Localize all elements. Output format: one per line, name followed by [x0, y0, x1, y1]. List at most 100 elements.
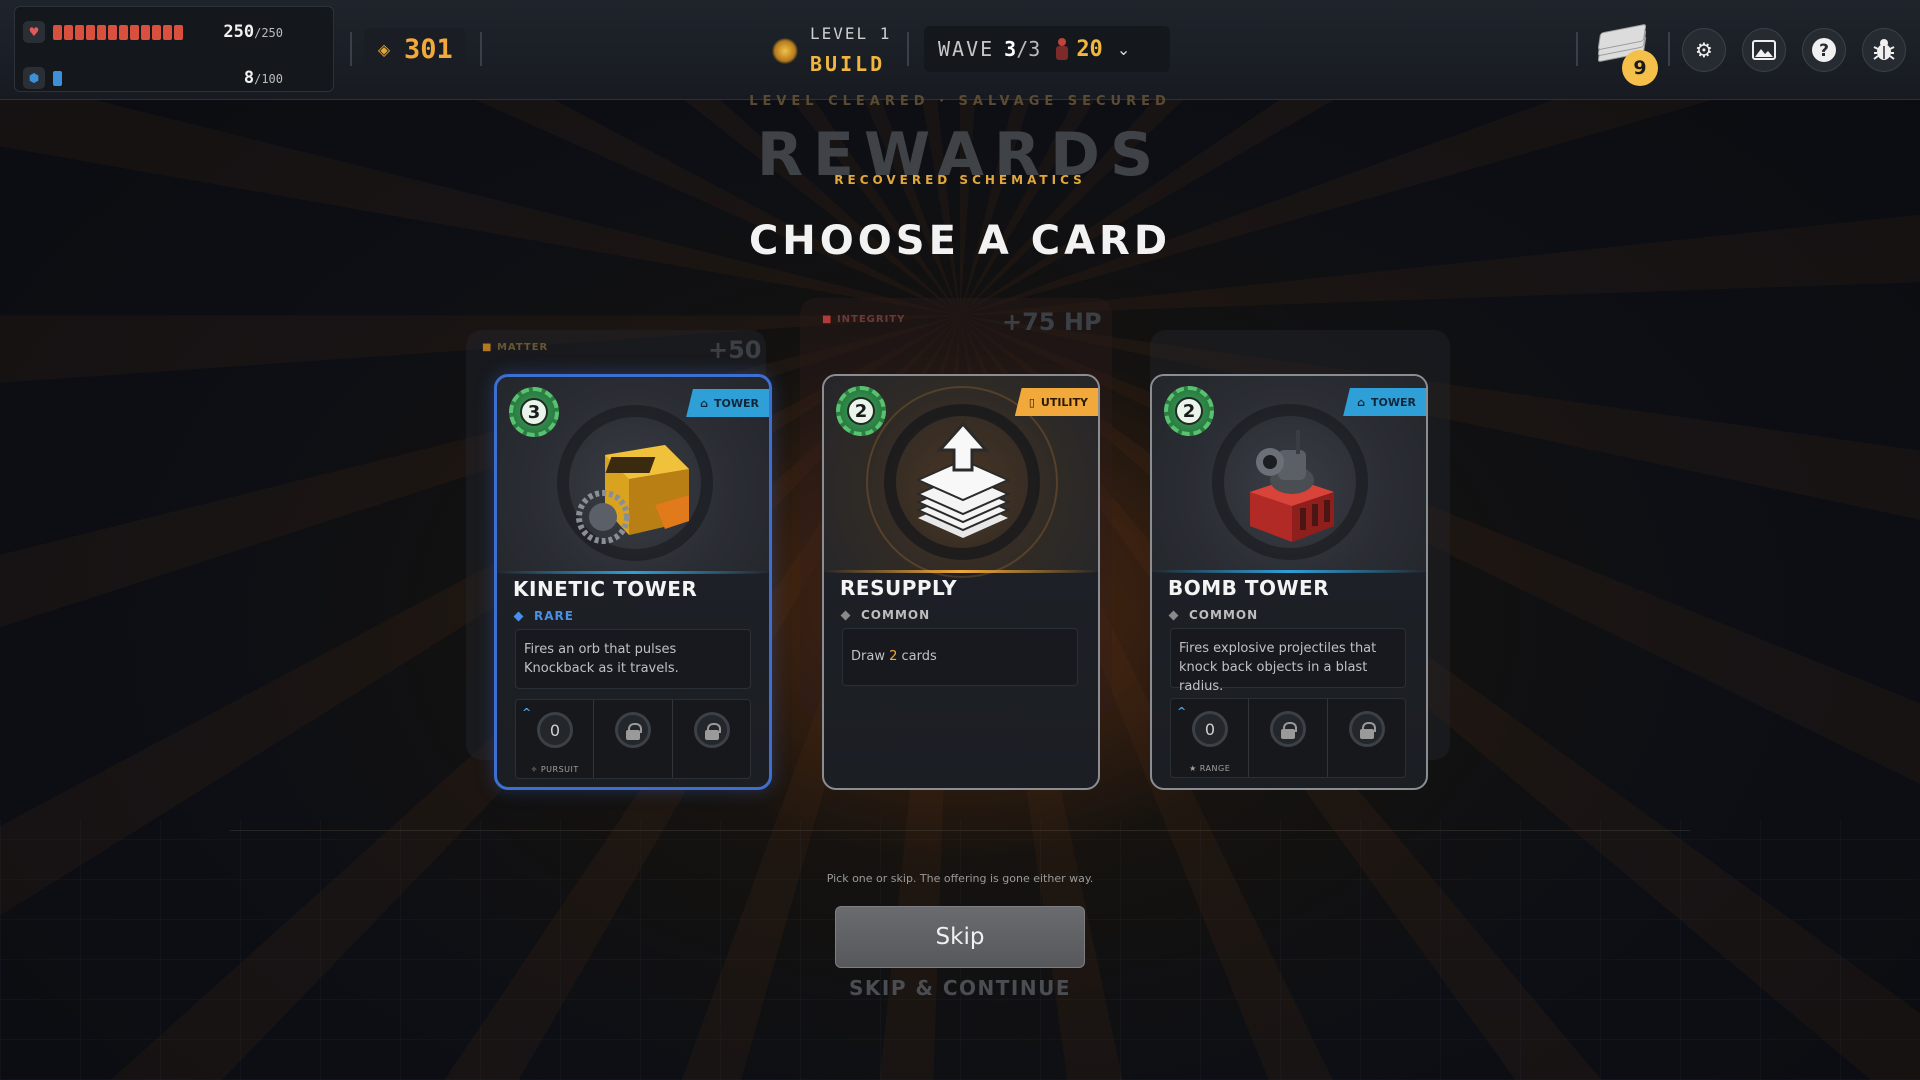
card-upgrade-slots: ^ 0 ✧ PURSUIT	[515, 699, 751, 779]
deck-button[interactable]: 9	[1592, 22, 1658, 88]
slot-label: ✧ PURSUIT	[530, 765, 579, 774]
upgrade-arrow-icon: ^	[1177, 705, 1187, 718]
card-name: KINETIC TOWER	[513, 577, 698, 601]
locked-slot	[1328, 699, 1405, 777]
wave-total: /3	[1016, 37, 1041, 61]
card-cost-badge: 2	[836, 386, 886, 436]
lock-icon	[1270, 711, 1307, 747]
top-bar: ♥ 250/250 ⬢ 8/100 ◈ 301 LEVEL 1 BUILD WA…	[0, 0, 1920, 100]
card-accent-line	[824, 570, 1098, 573]
card-accent-line	[1152, 570, 1426, 573]
divider	[350, 32, 352, 66]
locked-slot	[673, 700, 750, 778]
card-upgrade-slots: ^ 0 ★ RANGE	[1170, 698, 1406, 778]
locked-slot	[594, 700, 673, 778]
shield-bar	[53, 70, 62, 86]
card-type-tag: ⌂ TOWER	[1343, 388, 1426, 416]
slot-label: ★ RANGE	[1189, 764, 1231, 773]
upgrade-slot[interactable]: ^ 0 ✧ PURSUIT	[516, 700, 595, 778]
card-type-tag: ⌂ TOWER	[686, 389, 769, 417]
card-cost-badge: 2	[1164, 386, 1214, 436]
tower-icon: ⌂	[1357, 395, 1366, 409]
shield-icon: ⬢	[23, 67, 45, 89]
settings-icon: ⚙	[1695, 38, 1713, 62]
health-row: ♥ 250/250	[23, 17, 323, 47]
upgrade-arrow-icon: ^	[522, 706, 532, 719]
card-cost: 2	[1175, 397, 1203, 425]
card-kinetic-tower[interactable]: 3 ⌂ TOWER KINETIC TOWER RARE Fires an orb…	[494, 374, 772, 790]
matter-icon: ◈	[377, 39, 391, 59]
bug-report-button[interactable]	[1862, 28, 1906, 72]
slot-level: 0	[537, 712, 573, 748]
skip-button[interactable]: Skip	[835, 906, 1085, 968]
utility-icon: ▯	[1028, 395, 1035, 409]
level-label: LEVEL 1	[810, 24, 892, 43]
enemy-icon	[1054, 38, 1070, 60]
shield-row: ⬢ 8/100	[23, 63, 323, 93]
health-bar	[53, 24, 183, 40]
locked-slot	[1249, 699, 1328, 777]
card-description: Fires an orb that pulses Knockback as it…	[515, 629, 751, 689]
upgrade-slot[interactable]: ^ 0 ★ RANGE	[1171, 699, 1250, 777]
divider	[907, 32, 909, 66]
enemy-count: 20	[1076, 36, 1103, 62]
help-button[interactable]: ?	[1802, 28, 1846, 72]
svg-text:?: ?	[1819, 41, 1829, 61]
help-icon: ?	[1812, 38, 1836, 62]
card-rarity: RARE	[513, 609, 574, 623]
bomb-tower-icon	[1250, 430, 1334, 542]
resupply-cards-icon	[915, 422, 1011, 538]
health-value: 250/250	[223, 22, 283, 42]
phase-sun-icon	[772, 38, 798, 64]
footer-divider	[230, 830, 1690, 831]
rarity-diamond-icon	[1168, 610, 1179, 620]
settings-button[interactable]: ⚙	[1682, 28, 1726, 72]
lock-icon	[615, 712, 652, 748]
rarity-diamond-icon	[840, 610, 851, 620]
divider	[1668, 32, 1670, 66]
ghost-matter-value: +50	[708, 336, 762, 364]
kinetic-tower-icon	[576, 445, 689, 544]
card-cost-badge: 3	[509, 387, 559, 437]
card-type-tag: ▯ UTILITY	[1014, 388, 1098, 416]
card-description: Fires explosive projectiles that knock b…	[1170, 628, 1406, 694]
ghost-matter-label: ■ MATTER	[482, 342, 549, 353]
wave-dropdown[interactable]: WAVE 3 /3 20 ⌄	[924, 26, 1170, 72]
matter-value: 301	[404, 33, 453, 65]
card-rarity: COMMON	[1168, 608, 1258, 622]
tower-icon: ⌂	[700, 396, 709, 410]
rewards-kicker: LEVEL CLEARED · SALVAGE SECURED	[749, 94, 1171, 109]
wave-label: WAVE	[938, 37, 995, 61]
ghost-integrity-label: ■ INTEGRITY	[822, 314, 906, 325]
ghost-integrity-value: +75 HP	[1002, 308, 1102, 336]
skip-hint: Pick one or skip. The offering is gone e…	[826, 872, 1094, 885]
card-rarity: COMMON	[840, 608, 930, 622]
card-accent-line	[497, 571, 769, 574]
rewards-subtitle: RECOVERED SCHEMATICS	[834, 173, 1086, 187]
phase-label: BUILD	[810, 52, 886, 76]
wave-current: 3	[1004, 37, 1017, 61]
card-cost: 3	[520, 398, 548, 426]
card-cost: 2	[847, 397, 875, 425]
card-bomb-tower[interactable]: 2 ⌂ TOWER BOMB TOWER COMMON Fires explosi…	[1150, 374, 1428, 790]
card-resupply[interactable]: 2 ▯ UTILITY RESUPPLY COMMON Draw 2 cards	[822, 374, 1100, 790]
matter-counter: ◈ 301	[364, 28, 466, 70]
vitals-panel: ♥ 250/250 ⬢ 8/100	[14, 6, 334, 92]
choose-card-heading: CHOOSE A CARD	[748, 218, 1172, 264]
lock-icon	[1348, 711, 1385, 747]
divider	[1576, 32, 1578, 66]
shield-value: 8/100	[243, 68, 283, 88]
level-indicator: LEVEL 1 BUILD	[772, 20, 902, 82]
gallery-button[interactable]	[1742, 28, 1786, 72]
gallery-icon	[1752, 40, 1776, 60]
lock-icon	[693, 712, 730, 748]
card-name: BOMB TOWER	[1168, 576, 1330, 600]
divider	[480, 32, 482, 66]
bug-icon	[1873, 39, 1895, 60]
rarity-diamond-icon	[513, 611, 524, 621]
deck-count-badge: 9	[1622, 50, 1658, 86]
skip-continue-button[interactable]: SKIP & CONTINUE	[760, 976, 1160, 1000]
chevron-down-icon: ⌄	[1116, 39, 1131, 59]
card-description: Draw 2 cards	[842, 628, 1078, 686]
slot-level: 0	[1192, 711, 1228, 747]
